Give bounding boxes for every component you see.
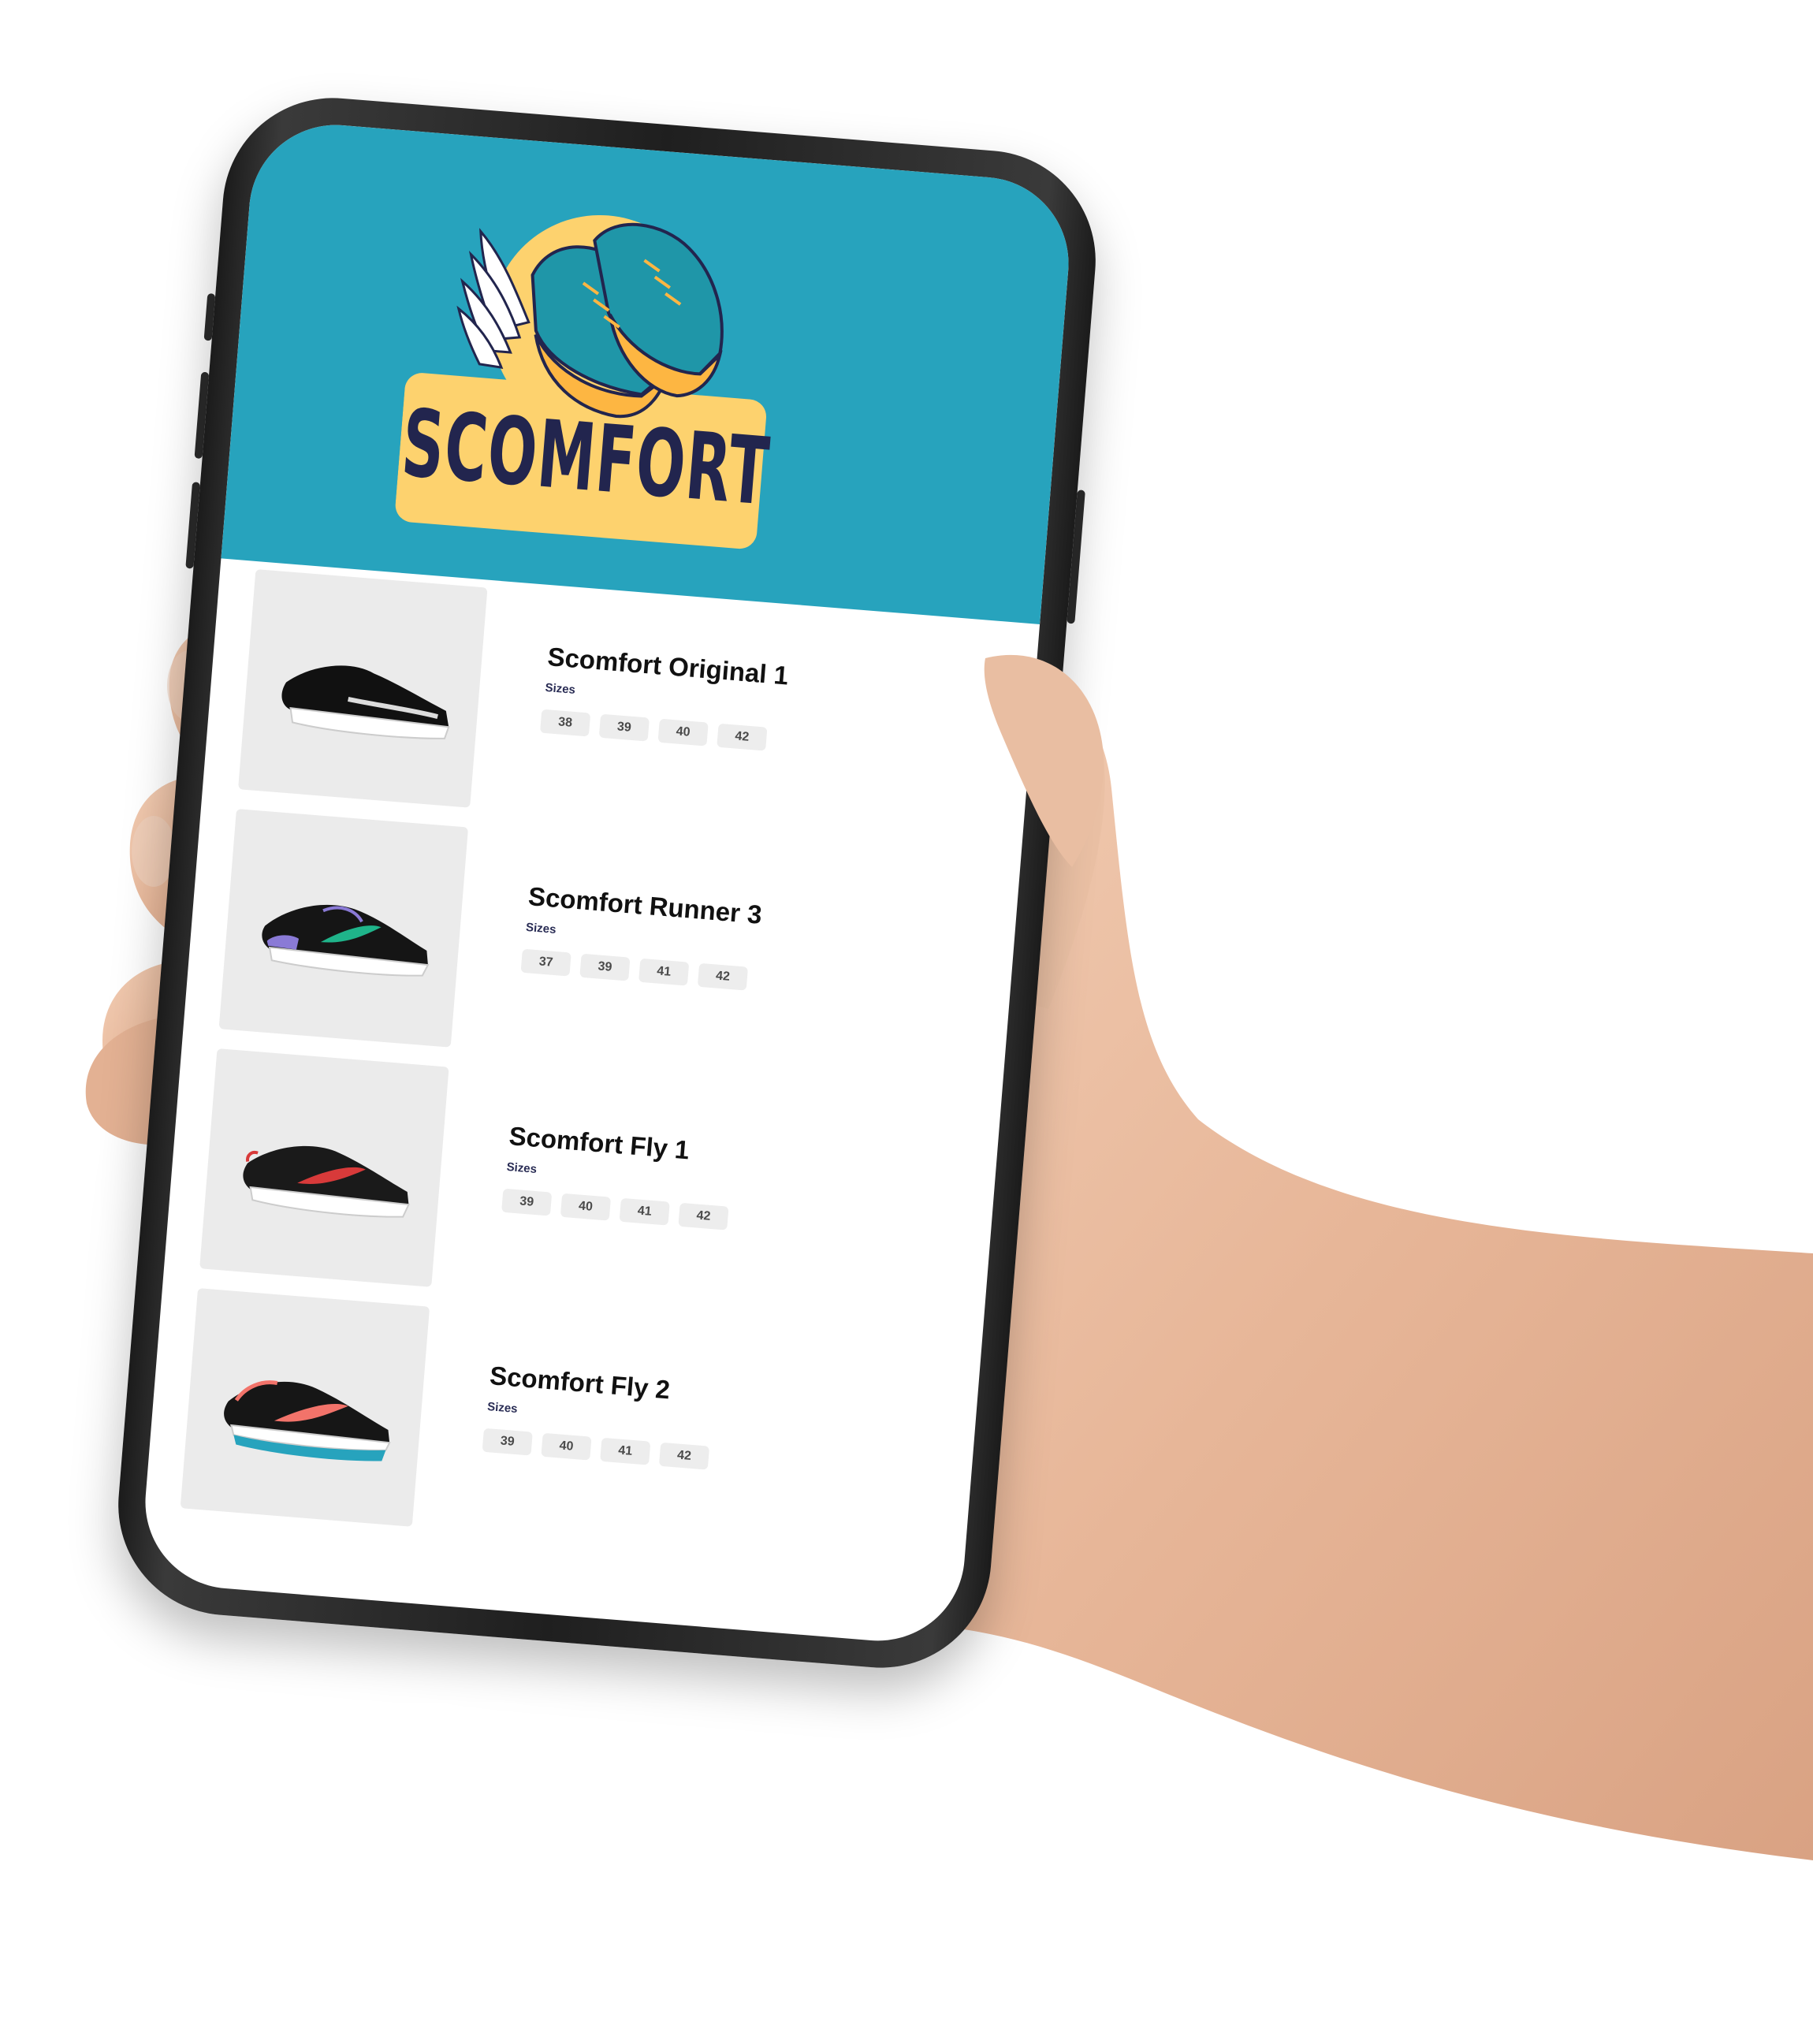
product-image[interactable] — [199, 1048, 449, 1287]
product-card[interactable]: Scomfort Runner 3 Sizes 37 39 41 42 — [218, 809, 1014, 1091]
sizes-label: Sizes — [506, 1160, 538, 1176]
size-chip[interactable]: 38 — [539, 709, 591, 737]
size-options: 39 40 41 42 — [501, 1188, 729, 1230]
size-options: 39 40 41 42 — [482, 1428, 710, 1470]
size-chip[interactable]: 40 — [541, 1432, 592, 1461]
smartphone: SCOMFORT Scomfort Original 1 Sizes 38 39… — [110, 89, 1104, 1677]
sizes-label: Sizes — [544, 680, 576, 697]
size-options: 37 39 41 42 — [520, 948, 749, 991]
size-chip[interactable]: 41 — [619, 1197, 670, 1226]
size-chip[interactable]: 42 — [717, 723, 768, 751]
sizes-label: Sizes — [525, 920, 557, 936]
size-chip[interactable]: 39 — [579, 953, 631, 981]
product-title[interactable]: Scomfort Runner 3 — [527, 881, 763, 930]
product-image[interactable] — [180, 1288, 430, 1527]
app-header: SCOMFORT — [221, 118, 1075, 624]
sizes-label: Sizes — [486, 1399, 519, 1417]
size-chip[interactable]: 37 — [520, 948, 571, 977]
scene: SCOMFORT Scomfort Original 1 Sizes 38 39… — [0, 0, 1813, 2044]
product-title[interactable]: Scomfort Original 1 — [546, 642, 789, 691]
black-shoe-coral-swoosh-icon — [224, 1380, 391, 1461]
black-running-shoe-icon — [281, 665, 450, 739]
black-shoe-green-swoosh-icon — [262, 904, 430, 977]
product-card[interactable]: Scomfort Fly 2 Sizes 39 40 41 42 — [180, 1288, 976, 1570]
size-options: 38 39 40 42 — [539, 709, 768, 751]
size-chip[interactable]: 40 — [560, 1193, 612, 1221]
product-image[interactable] — [238, 568, 488, 808]
brand-logo[interactable]: SCOMFORT — [394, 195, 790, 554]
size-chip[interactable]: 41 — [638, 958, 690, 986]
size-chip[interactable]: 41 — [600, 1437, 651, 1465]
size-chip[interactable]: 42 — [697, 962, 749, 991]
product-title[interactable]: Scomfort Fly 2 — [489, 1361, 671, 1405]
black-shoe-red-swoosh-icon — [243, 1145, 410, 1218]
size-chip[interactable]: 42 — [678, 1202, 729, 1230]
brand-wordmark: SCOMFORT — [398, 388, 774, 527]
size-chip[interactable]: 39 — [501, 1188, 553, 1216]
size-chip[interactable]: 40 — [657, 718, 709, 746]
product-image[interactable] — [218, 809, 469, 1048]
phone-screen: SCOMFORT Scomfort Original 1 Sizes 38 39… — [139, 118, 1075, 1647]
size-chip[interactable]: 42 — [658, 1442, 710, 1470]
size-chip[interactable]: 39 — [598, 713, 650, 742]
size-chip[interactable]: 39 — [482, 1428, 533, 1456]
product-title[interactable]: Scomfort Fly 1 — [508, 1121, 690, 1165]
product-card[interactable]: Scomfort Fly 1 Sizes 39 40 41 42 — [199, 1048, 995, 1331]
